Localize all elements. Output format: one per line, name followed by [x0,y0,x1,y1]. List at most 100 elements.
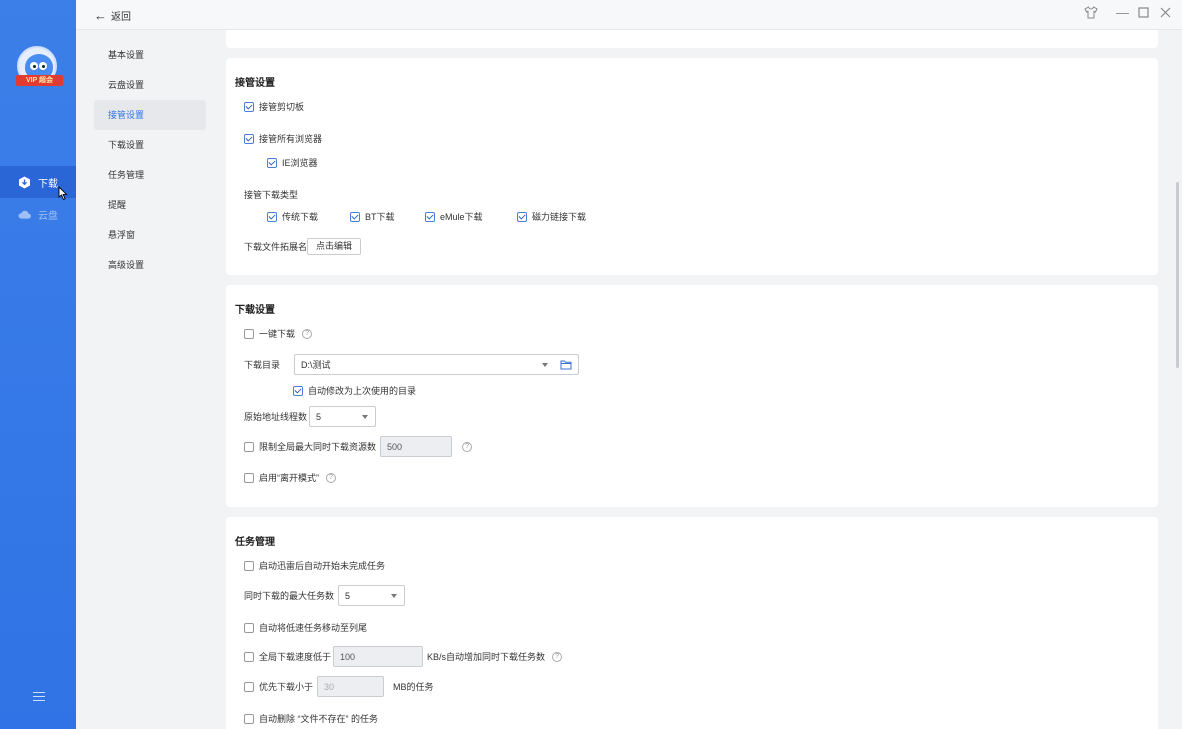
skin-icon[interactable] [1084,6,1098,22]
max-tasks-label: 同时下载的最大任务数 [244,591,335,601]
prefer-small-select[interactable]: 30 [317,676,384,697]
minimize-icon[interactable]: — [1116,6,1129,20]
option-label: BT下载 [365,212,395,222]
download-icon [18,176,31,189]
checkbox[interactable] [425,211,435,222]
threads-value: 5 [316,411,322,422]
back-button[interactable]: ← 返回 [94,7,131,24]
download-types-label: 接管下载类型 [244,190,299,200]
option-label: 自动修改为上次使用的目录 [308,386,417,396]
settings-nav: 基本设置 云盘设置 接管设置 下载设置 任务管理 提醒 悬浮窗 高级设置 [76,30,226,729]
clipboard-option[interactable]: 接管剪切板 [244,100,304,113]
auto-start-option[interactable]: 启动迅雷后自动开始未完成任务 [244,559,385,572]
option-label: 一键下载 [259,329,296,339]
checkbox[interactable] [267,157,277,168]
nav-item-cloud[interactable]: 云盘设置 [94,70,206,100]
ie-browser-option[interactable]: IE浏览器 [267,156,318,169]
type-emule-option[interactable]: eMule下载 [425,210,483,223]
checkbox[interactable] [244,441,254,452]
nav-item-advanced[interactable]: 高级设置 [94,250,206,280]
move-slow-option[interactable]: 自动将低速任务移动至列尾 [244,621,367,634]
settings-content: 接管设置 接管剪切板 接管所有浏览器 IE浏览器 接管下载类型 传统下载 BT下… [226,30,1168,729]
option-label: 自动删除 “文件不存在” 的任务 [259,714,378,724]
checkbox[interactable] [244,133,254,144]
cloud-icon [18,208,31,221]
option-label: IE浏览器 [282,158,318,168]
help-icon[interactable]: ? [462,441,473,452]
chevron-down-icon [362,415,369,419]
prefer-small-value: 30 [324,681,335,692]
checkbox[interactable] [244,681,254,692]
option-label: eMule下载 [440,212,483,222]
checkbox[interactable] [244,472,254,483]
download-section: 下载设置 一键下载 ? 下载目录 D:\测试 自动修改为上次使用的目录 原始地址… [226,285,1158,507]
checkbox[interactable] [244,101,254,112]
max-tasks-select[interactable]: 5 [338,585,406,606]
nav-item-tasks[interactable]: 任务管理 [94,160,206,190]
checkbox[interactable] [517,211,527,222]
download-dir-row: 下载目录 D:\测试 [244,354,579,375]
one-click-option[interactable]: 一键下载 ? [244,327,313,340]
max-tasks-row: 同时下载的最大任务数 5 [244,585,406,606]
nav-item-reminder[interactable]: 提醒 [94,190,206,220]
limit-resources-input[interactable]: 500 [380,436,453,457]
checkbox[interactable] [350,211,360,222]
threads-row: 原始地址线程数 5 [244,406,377,427]
file-extension-label: 下载文件拓展名 [244,242,308,252]
threads-select[interactable]: 5 [309,406,377,427]
option-label: 接管所有浏览器 [259,134,323,144]
edit-extensions-button[interactable]: 点击编辑 [307,238,362,255]
auto-delete-option[interactable]: 自动删除 “文件不存在” 的任务 [244,712,378,725]
option-label: 磁力链接下载 [532,212,587,222]
auto-dir-option[interactable]: 自动修改为上次使用的目录 [293,384,416,397]
help-icon[interactable]: ? [326,472,336,483]
nav-item-float-window[interactable]: 悬浮窗 [94,220,206,250]
speed-low-input[interactable]: 100 [333,646,424,667]
download-dir-select[interactable]: D:\测试 [294,354,579,375]
vip-badge: VIP 超会 [16,75,63,86]
option-label: 全局下载速度低于 [259,652,332,662]
option-suffix: MB的任务 [393,682,434,692]
checkbox[interactable] [244,560,254,571]
scrollbar-thumb[interactable] [1176,182,1179,368]
section-title: 接管设置 [235,78,275,89]
type-traditional-option[interactable]: 传统下载 [267,210,318,223]
scrollbar[interactable] [1172,30,1182,729]
menu-icon[interactable] [33,689,45,704]
maximize-icon[interactable] [1138,7,1149,21]
all-browsers-option[interactable]: 接管所有浏览器 [244,132,322,145]
option-suffix: KB/s自动增加同时下载任务数 [427,652,546,662]
option-label: 启用“离开模式” [259,473,319,483]
option-label: 启动迅雷后自动开始未完成任务 [259,561,386,571]
help-icon[interactable]: ? [302,328,313,339]
rail-item-label: 下载 [38,178,58,190]
nav-item-basic[interactable]: 基本设置 [94,40,206,70]
nav-item-download[interactable]: 下载设置 [94,130,206,160]
file-extension-row: 下载文件拓展名 点击编辑 [244,238,362,255]
tasks-section: 任务管理 启动迅雷后自动开始未完成任务 同时下载的最大任务数 5 自动将低速任务… [226,517,1158,729]
nav-item-takeover[interactable]: 接管设置 [94,100,206,130]
option-label: 自动将低速任务移动至列尾 [259,623,368,633]
checkbox[interactable] [244,622,254,633]
rail-item-cloud[interactable]: 云盘 [0,198,76,230]
checkbox[interactable] [244,328,254,339]
away-mode-option[interactable]: 启用“离开模式” ? [244,471,336,484]
arrow-left-icon: ← [94,7,107,23]
speed-low-option: 全局下载速度低于 100 KB/s自动增加同时下载任务数 ? [244,646,563,667]
close-icon[interactable] [1160,7,1171,21]
previous-section-card [226,30,1158,48]
type-bt-option[interactable]: BT下载 [350,210,395,223]
checkbox[interactable] [244,651,254,662]
type-magnet-option[interactable]: 磁力链接下载 [517,210,586,223]
section-title: 任务管理 [235,537,275,548]
help-icon[interactable]: ? [552,651,563,662]
option-label: 传统下载 [282,212,319,222]
checkbox[interactable] [293,385,303,396]
threads-label: 原始地址线程数 [244,412,308,422]
checkbox[interactable] [244,713,254,724]
checkbox[interactable] [267,211,277,222]
chevron-down-icon [542,363,548,367]
section-title: 下载设置 [235,305,275,316]
folder-icon[interactable] [560,359,572,370]
max-tasks-value: 5 [345,590,351,601]
